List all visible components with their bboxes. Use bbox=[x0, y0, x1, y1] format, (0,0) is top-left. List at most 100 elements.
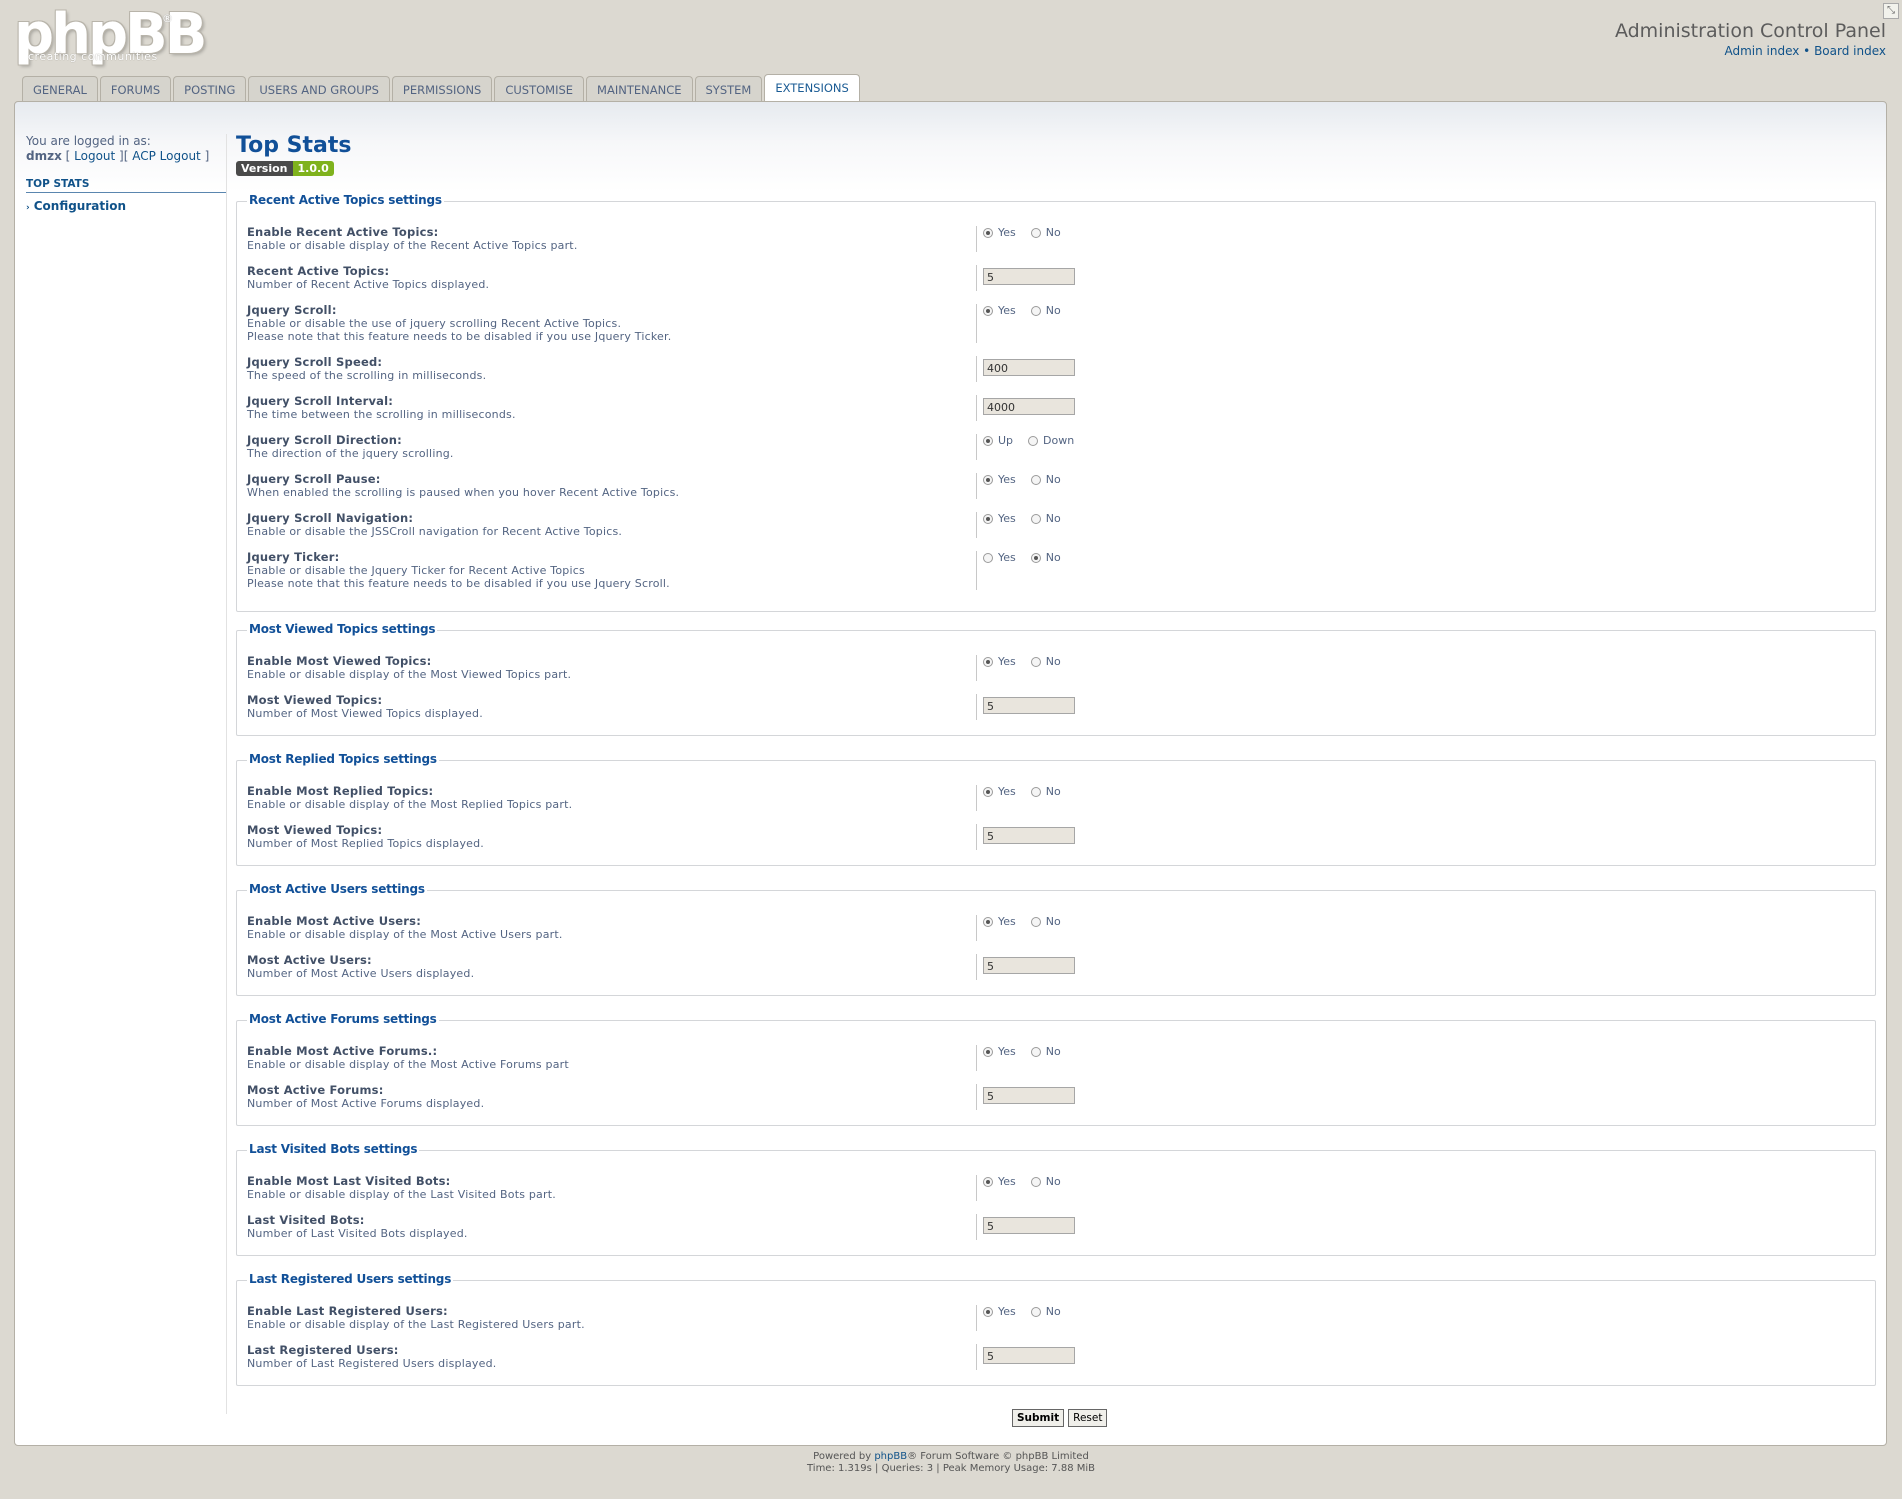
radio-button[interactable] bbox=[983, 656, 993, 667]
radio-option-no[interactable]: No bbox=[1030, 1045, 1061, 1058]
setting-control: 5 bbox=[976, 1344, 1075, 1370]
radio-option-yes[interactable]: Yes bbox=[983, 226, 1016, 239]
radio-option-no[interactable]: No bbox=[1030, 473, 1061, 486]
radio-label: Yes bbox=[998, 304, 1016, 317]
number-input[interactable]: 4000 bbox=[983, 398, 1075, 415]
setting-label-block: Most Viewed Topics: Number of Most Replie… bbox=[247, 824, 967, 851]
number-input[interactable]: 5 bbox=[983, 1087, 1075, 1104]
radio-button[interactable] bbox=[983, 1176, 993, 1187]
setting-label-block: Jquery Ticker: Enable or disable the Jque… bbox=[247, 551, 967, 591]
radio-option-no[interactable]: No bbox=[1030, 655, 1061, 668]
number-input[interactable]: 5 bbox=[983, 268, 1075, 285]
radio-button[interactable] bbox=[983, 786, 993, 797]
tab-posting[interactable]: POSTING bbox=[173, 76, 247, 103]
board-index-link[interactable]: Board index bbox=[1814, 44, 1886, 58]
radio-button[interactable] bbox=[1030, 786, 1041, 797]
radio-button[interactable] bbox=[983, 552, 993, 563]
radio-option-yes[interactable]: Yes bbox=[983, 1305, 1016, 1318]
setting-description: The time between the scrolling in millis… bbox=[247, 408, 516, 421]
radio-button[interactable] bbox=[1030, 305, 1041, 316]
radio-button[interactable] bbox=[1028, 435, 1039, 446]
setting-control: Up Down bbox=[976, 434, 1089, 460]
fieldset-legend: Last Visited Bots settings bbox=[247, 1142, 420, 1156]
radio-button[interactable] bbox=[1030, 227, 1041, 238]
setting-description: When enabled the scrolling is paused whe… bbox=[247, 486, 680, 499]
radio-button[interactable] bbox=[983, 474, 993, 485]
radio-option-yes[interactable]: Yes bbox=[983, 512, 1016, 525]
logout-link[interactable]: Logout bbox=[74, 149, 115, 163]
radio-button[interactable] bbox=[983, 1046, 993, 1057]
setting-label-block: Most Active Users: Number of Most Active … bbox=[247, 954, 967, 981]
tab-maintenance[interactable]: MAINTENANCE bbox=[586, 76, 693, 103]
admin-index-link[interactable]: Admin index bbox=[1724, 44, 1799, 58]
number-input[interactable]: 400 bbox=[983, 359, 1075, 376]
radio-option-up[interactable]: Up bbox=[983, 434, 1013, 447]
acp-logout-link[interactable]: ACP Logout bbox=[132, 149, 201, 163]
settings-fieldset: Most Replied Topics settings Enable Most … bbox=[236, 752, 1876, 866]
number-input[interactable]: 5 bbox=[983, 1217, 1075, 1234]
sidebar-item-configuration[interactable]: › Configuration bbox=[26, 199, 226, 213]
number-input[interactable]: 5 bbox=[983, 697, 1075, 714]
radio-option-no[interactable]: No bbox=[1030, 785, 1061, 798]
tab-extensions[interactable]: EXTENSIONS bbox=[764, 74, 860, 103]
radio-option-yes[interactable]: Yes bbox=[983, 915, 1016, 928]
radio-button[interactable] bbox=[983, 435, 993, 446]
radio-option-no[interactable]: No bbox=[1030, 1175, 1061, 1188]
number-input[interactable]: 5 bbox=[983, 1347, 1075, 1364]
tab-system[interactable]: SYSTEM bbox=[694, 76, 763, 103]
radio-label: Yes bbox=[998, 655, 1016, 668]
radio-option-no[interactable]: No bbox=[1030, 915, 1061, 928]
username: dmzx bbox=[26, 149, 62, 163]
radio-option-yes[interactable]: Yes bbox=[983, 785, 1016, 798]
setting-label: Jquery Scroll Navigation: bbox=[247, 511, 414, 525]
fieldset-legend: Most Active Users settings bbox=[247, 882, 427, 896]
radio-button[interactable] bbox=[1030, 1176, 1041, 1187]
radio-button[interactable] bbox=[983, 916, 993, 927]
footer-copyright: ® Forum Software © phpBB Limited bbox=[907, 1451, 1089, 1462]
radio-button[interactable] bbox=[983, 227, 993, 238]
radio-option-no[interactable]: No bbox=[1030, 304, 1061, 317]
radio-option-yes[interactable]: Yes bbox=[983, 304, 1016, 317]
radio-button[interactable] bbox=[1030, 513, 1041, 524]
setting-control: Yes No bbox=[976, 915, 1076, 941]
radio-button[interactable] bbox=[1030, 656, 1041, 667]
radio-label: No bbox=[1045, 304, 1061, 317]
settings-fieldset: Recent Active Topics settings Enable Rece… bbox=[236, 193, 1876, 612]
radio-button[interactable] bbox=[983, 305, 993, 316]
radio-button[interactable] bbox=[983, 1306, 993, 1317]
setting-control: Yes No bbox=[976, 226, 1076, 252]
radio-option-no[interactable]: No bbox=[1030, 551, 1061, 564]
radio-button[interactable] bbox=[1030, 916, 1041, 927]
radio-option-no[interactable]: No bbox=[1030, 1305, 1061, 1318]
tab-forums[interactable]: FORUMS bbox=[99, 76, 172, 103]
submit-button[interactable]: Submit bbox=[1012, 1409, 1065, 1427]
page-title: Top Stats bbox=[236, 133, 352, 158]
number-input[interactable]: 5 bbox=[983, 827, 1075, 844]
radio-option-yes[interactable]: Yes bbox=[983, 1175, 1016, 1188]
phpbb-logo[interactable]: phpBB ® creating communities bbox=[14, 2, 207, 67]
tab-general[interactable]: GENERAL bbox=[22, 76, 98, 103]
tab-users-and-groups[interactable]: USERS AND GROUPS bbox=[248, 76, 390, 103]
setting-control: 5 bbox=[976, 1214, 1075, 1240]
radio-option-no[interactable]: No bbox=[1030, 226, 1061, 239]
radio-button[interactable] bbox=[1030, 552, 1041, 563]
tab-customise[interactable]: CUSTOMISE bbox=[494, 76, 585, 103]
radio-option-no[interactable]: No bbox=[1030, 512, 1061, 525]
radio-option-yes[interactable]: Yes bbox=[983, 655, 1016, 668]
radio-button[interactable] bbox=[983, 513, 993, 524]
number-input[interactable]: 5 bbox=[983, 957, 1075, 974]
resize-corner-icon[interactable]: ⤡ bbox=[1883, 3, 1899, 19]
setting-label: Enable Most Active Users: bbox=[247, 914, 422, 928]
radio-button[interactable] bbox=[1030, 474, 1041, 485]
radio-button[interactable] bbox=[1030, 1046, 1041, 1057]
radio-option-yes[interactable]: Yes bbox=[983, 473, 1016, 486]
radio-button[interactable] bbox=[1030, 1306, 1041, 1317]
radio-option-yes[interactable]: Yes bbox=[983, 551, 1016, 564]
radio-option-yes[interactable]: Yes bbox=[983, 1045, 1016, 1058]
setting-label-block: Enable Most Active Forums.: Enable or dis… bbox=[247, 1045, 967, 1072]
radio-option-down[interactable]: Down bbox=[1028, 434, 1074, 447]
phpbb-link[interactable]: phpBB bbox=[874, 1451, 907, 1462]
reset-button[interactable]: Reset bbox=[1068, 1409, 1108, 1427]
tab-permissions[interactable]: PERMISSIONS bbox=[391, 76, 493, 103]
setting-label-block: Enable Most Last Visited Bots: Enable or … bbox=[247, 1175, 967, 1202]
